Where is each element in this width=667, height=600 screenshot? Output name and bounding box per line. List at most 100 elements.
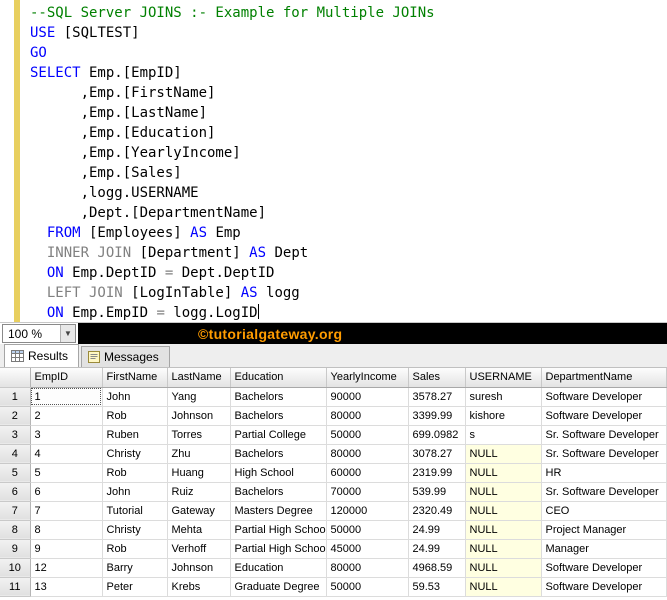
code-line[interactable]: ON Emp.EmpID = logg.LogID bbox=[30, 303, 667, 322]
column-header-firstname[interactable]: FirstName bbox=[102, 368, 167, 387]
cell-sales[interactable]: 2319.99 bbox=[408, 463, 465, 482]
row-header[interactable]: 9 bbox=[0, 539, 30, 558]
code-line[interactable]: ,Emp.[Education] bbox=[30, 123, 667, 143]
row-header[interactable]: 3 bbox=[0, 425, 30, 444]
code-line[interactable]: ON Emp.DeptID = Dept.DeptID bbox=[30, 263, 667, 283]
cell-departmentname[interactable]: Sr. Software Developer bbox=[541, 444, 667, 463]
column-header-lastname[interactable]: LastName bbox=[167, 368, 230, 387]
cell-education[interactable]: Partial High School bbox=[230, 539, 326, 558]
code-line[interactable]: ,Emp.[LastName] bbox=[30, 103, 667, 123]
cell-departmentname[interactable]: Software Developer bbox=[541, 558, 667, 577]
cell-departmentname[interactable]: CEO bbox=[541, 501, 667, 520]
code-area[interactable]: --SQL Server JOINS :- Example for Multip… bbox=[20, 0, 667, 322]
cell-lastname[interactable]: Torres bbox=[167, 425, 230, 444]
cell-lastname[interactable]: Johnson bbox=[167, 406, 230, 425]
cell-education[interactable]: Bachelors bbox=[230, 406, 326, 425]
cell-username[interactable]: NULL bbox=[465, 577, 541, 596]
cell-lastname[interactable]: Zhu bbox=[167, 444, 230, 463]
cell-firstname[interactable]: Ruben bbox=[102, 425, 167, 444]
cell-education[interactable]: High School bbox=[230, 463, 326, 482]
zoom-dropdown-arrow-icon[interactable]: ▼ bbox=[60, 325, 75, 342]
column-header-departmentname[interactable]: DepartmentName bbox=[541, 368, 667, 387]
cell-education[interactable]: Bachelors bbox=[230, 387, 326, 406]
cell-departmentname[interactable]: Software Developer bbox=[541, 406, 667, 425]
cell-sales[interactable]: 59.53 bbox=[408, 577, 465, 596]
grid-corner[interactable] bbox=[0, 368, 30, 387]
cell-username[interactable]: NULL bbox=[465, 444, 541, 463]
cell-username[interactable]: s bbox=[465, 425, 541, 444]
cell-departmentname[interactable]: Project Manager bbox=[541, 520, 667, 539]
cell-departmentname[interactable]: Manager bbox=[541, 539, 667, 558]
code-line[interactable]: ,Emp.[Sales] bbox=[30, 163, 667, 183]
cell-education[interactable]: Graduate Degree bbox=[230, 577, 326, 596]
cell-sales[interactable]: 24.99 bbox=[408, 520, 465, 539]
tab-results[interactable]: Results bbox=[4, 344, 79, 367]
cell-empid[interactable]: 8 bbox=[30, 520, 102, 539]
cell-yearlyincome[interactable]: 80000 bbox=[326, 444, 408, 463]
cell-yearlyincome[interactable]: 80000 bbox=[326, 558, 408, 577]
cell-yearlyincome[interactable]: 45000 bbox=[326, 539, 408, 558]
cell-username[interactable]: NULL bbox=[465, 539, 541, 558]
cell-education[interactable]: Education bbox=[230, 558, 326, 577]
cell-yearlyincome[interactable]: 50000 bbox=[326, 425, 408, 444]
code-line[interactable]: INNER JOIN [Department] AS Dept bbox=[30, 243, 667, 263]
zoom-control[interactable]: 100 % ▼ bbox=[2, 324, 76, 343]
cell-departmentname[interactable]: Sr. Software Developer bbox=[541, 482, 667, 501]
cell-firstname[interactable]: John bbox=[102, 482, 167, 501]
cell-lastname[interactable]: Verhoff bbox=[167, 539, 230, 558]
row-header[interactable]: 10 bbox=[0, 558, 30, 577]
row-header[interactable]: 7 bbox=[0, 501, 30, 520]
code-line[interactable]: SELECT Emp.[EmpID] bbox=[30, 63, 667, 83]
cell-firstname[interactable]: Rob bbox=[102, 406, 167, 425]
cell-empid[interactable]: 7 bbox=[30, 501, 102, 520]
code-line[interactable]: GO bbox=[30, 43, 667, 63]
row-header[interactable]: 4 bbox=[0, 444, 30, 463]
cell-education[interactable]: Bachelors bbox=[230, 482, 326, 501]
column-header-empid[interactable]: EmpID bbox=[30, 368, 102, 387]
cell-username[interactable]: NULL bbox=[465, 501, 541, 520]
cell-yearlyincome[interactable]: 50000 bbox=[326, 577, 408, 596]
code-line[interactable]: ,logg.USERNAME bbox=[30, 183, 667, 203]
cell-firstname[interactable]: Rob bbox=[102, 463, 167, 482]
sql-editor[interactable]: --SQL Server JOINS :- Example for Multip… bbox=[0, 0, 667, 322]
cell-departmentname[interactable]: Software Developer bbox=[541, 387, 667, 406]
cell-username[interactable]: NULL bbox=[465, 520, 541, 539]
cell-sales[interactable]: 2320.49 bbox=[408, 501, 465, 520]
cell-firstname[interactable]: Tutorial bbox=[102, 501, 167, 520]
code-line[interactable]: ,Dept.[DepartmentName] bbox=[30, 203, 667, 223]
cell-lastname[interactable]: Gateway bbox=[167, 501, 230, 520]
cell-firstname[interactable]: Rob bbox=[102, 539, 167, 558]
cell-empid[interactable]: 5 bbox=[30, 463, 102, 482]
column-header-education[interactable]: Education bbox=[230, 368, 326, 387]
cell-firstname[interactable]: Christy bbox=[102, 444, 167, 463]
cell-empid[interactable]: 1 bbox=[30, 387, 102, 406]
code-line[interactable]: ,Emp.[YearlyIncome] bbox=[30, 143, 667, 163]
row-header[interactable]: 11 bbox=[0, 577, 30, 596]
zoom-value[interactable]: 100 % bbox=[3, 327, 60, 341]
column-header-sales[interactable]: Sales bbox=[408, 368, 465, 387]
cell-sales[interactable]: 699.0982 bbox=[408, 425, 465, 444]
cell-sales[interactable]: 4968.59 bbox=[408, 558, 465, 577]
cell-empid[interactable]: 2 bbox=[30, 406, 102, 425]
cell-firstname[interactable]: Barry bbox=[102, 558, 167, 577]
cell-yearlyincome[interactable]: 80000 bbox=[326, 406, 408, 425]
cell-lastname[interactable]: Ruiz bbox=[167, 482, 230, 501]
cell-username[interactable]: NULL bbox=[465, 463, 541, 482]
cell-yearlyincome[interactable]: 120000 bbox=[326, 501, 408, 520]
cell-username[interactable]: suresh bbox=[465, 387, 541, 406]
cell-firstname[interactable]: Christy bbox=[102, 520, 167, 539]
column-header-username[interactable]: USERNAME bbox=[465, 368, 541, 387]
row-header[interactable]: 1 bbox=[0, 387, 30, 406]
cell-education[interactable]: Partial High School bbox=[230, 520, 326, 539]
cell-username[interactable]: NULL bbox=[465, 558, 541, 577]
cell-lastname[interactable]: Johnson bbox=[167, 558, 230, 577]
cell-firstname[interactable]: John bbox=[102, 387, 167, 406]
cell-lastname[interactable]: Huang bbox=[167, 463, 230, 482]
cell-departmentname[interactable]: HR bbox=[541, 463, 667, 482]
cell-education[interactable]: Partial College bbox=[230, 425, 326, 444]
cell-username[interactable]: kishore bbox=[465, 406, 541, 425]
cell-lastname[interactable]: Mehta bbox=[167, 520, 230, 539]
cell-empid[interactable]: 12 bbox=[30, 558, 102, 577]
cell-education[interactable]: Masters Degree bbox=[230, 501, 326, 520]
cell-empid[interactable]: 6 bbox=[30, 482, 102, 501]
